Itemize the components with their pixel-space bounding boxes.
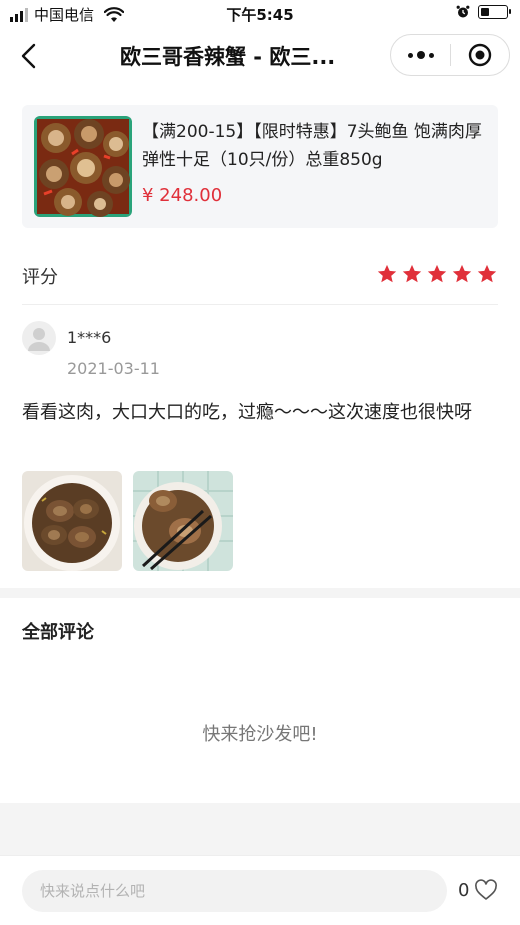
rating-label: 评分 [22, 267, 58, 288]
footer-spacer [0, 803, 520, 855]
more-dot-icon [428, 52, 434, 58]
mini-program-capsule [390, 34, 510, 76]
battery-icon [478, 5, 511, 19]
rating-row: 评分 [22, 256, 498, 294]
star-icon [427, 264, 447, 283]
status-right [456, 5, 511, 19]
status-bar: 中国电信 下午5:45 [0, 0, 520, 28]
section-divider [0, 588, 520, 598]
product-image [34, 116, 132, 217]
more-dot-icon [407, 52, 413, 58]
status-time: 下午5:45 [226, 6, 294, 24]
rating-stars [376, 263, 498, 285]
like-count: 0 [458, 880, 470, 901]
user-icon [28, 328, 50, 351]
product-title: 【满200-15】【限时特惠】7头鲍鱼 饱满肉厚弹性十足（10只/份）总重850… [142, 122, 482, 170]
product-price: ¥ 248.00 [142, 185, 223, 206]
bottom-bar: 0 [0, 855, 520, 925]
star-icon [452, 264, 472, 283]
review-date: 2021-03-11 [67, 359, 160, 378]
back-button[interactable] [14, 40, 46, 72]
review-username: 1***6 [67, 328, 112, 347]
nav-bar: 欧三哥香辣蟹 - 欧三... [0, 28, 520, 84]
star-icon [402, 264, 422, 283]
target-icon [468, 43, 492, 67]
all-comments-title: 全部评论 [22, 622, 94, 643]
alarm-icon [456, 5, 470, 18]
more-menu-button[interactable] [391, 35, 450, 75]
star-icon [477, 264, 497, 283]
star-icon [377, 264, 397, 283]
product-card[interactable]: 【满200-15】【限时特惠】7头鲍鱼 饱满肉厚弹性十足（10只/份）总重850… [22, 105, 498, 228]
more-dot-icon [416, 51, 425, 59]
close-mini-program-button[interactable] [451, 35, 509, 75]
comment-input[interactable] [22, 870, 447, 912]
divider [22, 304, 498, 305]
review-photo[interactable] [22, 471, 122, 571]
page-title: 欧三哥香辣蟹 - 欧三... [120, 45, 336, 69]
review-photo[interactable] [133, 471, 233, 571]
heart-icon[interactable] [474, 879, 498, 901]
review-text: 看看这肉，大口大口的吃，过瘾～～～这次速度也很快呀 [22, 402, 472, 423]
avatar [22, 321, 56, 355]
empty-comments-tip: 快来抢沙发吧! [202, 724, 318, 745]
